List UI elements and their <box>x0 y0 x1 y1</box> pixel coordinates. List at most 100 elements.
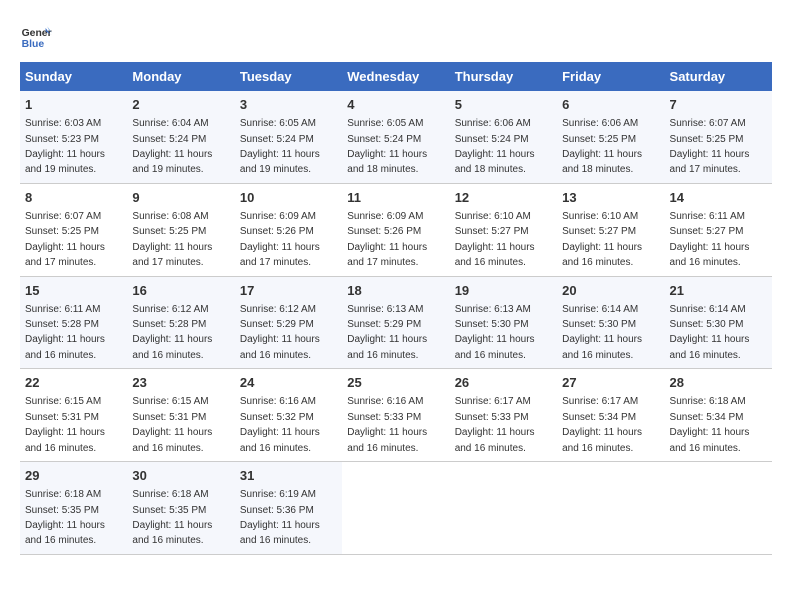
calendar-cell: 3 Sunrise: 6:05 AMSunset: 5:24 PMDayligh… <box>235 91 342 183</box>
calendar-cell: 11 Sunrise: 6:09 AMSunset: 5:26 PMDaylig… <box>342 183 449 276</box>
day-info: Sunrise: 6:17 AMSunset: 5:34 PMDaylight:… <box>562 396 642 453</box>
day-info: Sunrise: 6:10 AMSunset: 5:27 PMDaylight:… <box>562 211 642 268</box>
day-number: 30 <box>132 467 229 485</box>
day-info: Sunrise: 6:15 AMSunset: 5:31 PMDaylight:… <box>25 396 105 453</box>
day-info: Sunrise: 6:18 AMSunset: 5:34 PMDaylight:… <box>670 396 750 453</box>
calendar-cell: 24 Sunrise: 6:16 AMSunset: 5:32 PMDaylig… <box>235 369 342 462</box>
day-info: Sunrise: 6:03 AMSunset: 5:23 PMDaylight:… <box>25 118 105 175</box>
calendar-cell <box>557 462 664 555</box>
calendar-week-row: 1 Sunrise: 6:03 AMSunset: 5:23 PMDayligh… <box>20 91 772 183</box>
day-info: Sunrise: 6:05 AMSunset: 5:24 PMDaylight:… <box>347 118 427 175</box>
day-number: 6 <box>562 96 659 114</box>
calendar-cell: 20 Sunrise: 6:14 AMSunset: 5:30 PMDaylig… <box>557 276 664 369</box>
svg-text:General: General <box>22 28 52 39</box>
weekday-header-sunday: Sunday <box>20 62 127 91</box>
day-number: 3 <box>240 96 337 114</box>
day-info: Sunrise: 6:12 AMSunset: 5:29 PMDaylight:… <box>240 304 320 361</box>
day-number: 8 <box>25 189 122 207</box>
day-info: Sunrise: 6:15 AMSunset: 5:31 PMDaylight:… <box>132 396 212 453</box>
calendar-cell: 22 Sunrise: 6:15 AMSunset: 5:31 PMDaylig… <box>20 369 127 462</box>
day-number: 12 <box>455 189 552 207</box>
page-header: General Blue <box>20 20 772 52</box>
day-number: 1 <box>25 96 122 114</box>
day-info: Sunrise: 6:07 AMSunset: 5:25 PMDaylight:… <box>25 211 105 268</box>
calendar-week-row: 15 Sunrise: 6:11 AMSunset: 5:28 PMDaylig… <box>20 276 772 369</box>
weekday-header-friday: Friday <box>557 62 664 91</box>
day-info: Sunrise: 6:08 AMSunset: 5:25 PMDaylight:… <box>132 211 212 268</box>
calendar-cell: 26 Sunrise: 6:17 AMSunset: 5:33 PMDaylig… <box>450 369 557 462</box>
calendar-cell: 21 Sunrise: 6:14 AMSunset: 5:30 PMDaylig… <box>665 276 772 369</box>
day-number: 7 <box>670 96 767 114</box>
day-info: Sunrise: 6:09 AMSunset: 5:26 PMDaylight:… <box>240 211 320 268</box>
day-number: 10 <box>240 189 337 207</box>
day-number: 21 <box>670 282 767 300</box>
day-number: 4 <box>347 96 444 114</box>
day-number: 28 <box>670 374 767 392</box>
day-number: 25 <box>347 374 444 392</box>
day-number: 13 <box>562 189 659 207</box>
day-number: 5 <box>455 96 552 114</box>
calendar-cell: 28 Sunrise: 6:18 AMSunset: 5:34 PMDaylig… <box>665 369 772 462</box>
day-number: 14 <box>670 189 767 207</box>
calendar-cell: 5 Sunrise: 6:06 AMSunset: 5:24 PMDayligh… <box>450 91 557 183</box>
weekday-header-saturday: Saturday <box>665 62 772 91</box>
calendar-cell: 2 Sunrise: 6:04 AMSunset: 5:24 PMDayligh… <box>127 91 234 183</box>
calendar-cell <box>342 462 449 555</box>
day-info: Sunrise: 6:05 AMSunset: 5:24 PMDaylight:… <box>240 118 320 175</box>
calendar-cell: 8 Sunrise: 6:07 AMSunset: 5:25 PMDayligh… <box>20 183 127 276</box>
logo-icon: General Blue <box>20 20 52 52</box>
day-info: Sunrise: 6:11 AMSunset: 5:27 PMDaylight:… <box>670 211 750 268</box>
day-info: Sunrise: 6:19 AMSunset: 5:36 PMDaylight:… <box>240 489 320 546</box>
calendar-cell: 14 Sunrise: 6:11 AMSunset: 5:27 PMDaylig… <box>665 183 772 276</box>
day-info: Sunrise: 6:18 AMSunset: 5:35 PMDaylight:… <box>25 489 105 546</box>
calendar-cell: 1 Sunrise: 6:03 AMSunset: 5:23 PMDayligh… <box>20 91 127 183</box>
day-number: 18 <box>347 282 444 300</box>
calendar-cell: 31 Sunrise: 6:19 AMSunset: 5:36 PMDaylig… <box>235 462 342 555</box>
day-number: 24 <box>240 374 337 392</box>
calendar-cell: 7 Sunrise: 6:07 AMSunset: 5:25 PMDayligh… <box>665 91 772 183</box>
logo: General Blue <box>20 20 52 52</box>
day-info: Sunrise: 6:16 AMSunset: 5:32 PMDaylight:… <box>240 396 320 453</box>
day-info: Sunrise: 6:17 AMSunset: 5:33 PMDaylight:… <box>455 396 535 453</box>
day-number: 2 <box>132 96 229 114</box>
calendar-table: SundayMondayTuesdayWednesdayThursdayFrid… <box>20 62 772 555</box>
day-info: Sunrise: 6:07 AMSunset: 5:25 PMDaylight:… <box>670 118 750 175</box>
calendar-week-row: 22 Sunrise: 6:15 AMSunset: 5:31 PMDaylig… <box>20 369 772 462</box>
day-number: 9 <box>132 189 229 207</box>
day-info: Sunrise: 6:12 AMSunset: 5:28 PMDaylight:… <box>132 304 212 361</box>
calendar-cell: 27 Sunrise: 6:17 AMSunset: 5:34 PMDaylig… <box>557 369 664 462</box>
calendar-cell: 18 Sunrise: 6:13 AMSunset: 5:29 PMDaylig… <box>342 276 449 369</box>
calendar-cell: 17 Sunrise: 6:12 AMSunset: 5:29 PMDaylig… <box>235 276 342 369</box>
calendar-cell: 4 Sunrise: 6:05 AMSunset: 5:24 PMDayligh… <box>342 91 449 183</box>
day-info: Sunrise: 6:14 AMSunset: 5:30 PMDaylight:… <box>562 304 642 361</box>
day-info: Sunrise: 6:06 AMSunset: 5:24 PMDaylight:… <box>455 118 535 175</box>
day-number: 19 <box>455 282 552 300</box>
day-info: Sunrise: 6:13 AMSunset: 5:30 PMDaylight:… <box>455 304 535 361</box>
day-number: 23 <box>132 374 229 392</box>
day-info: Sunrise: 6:18 AMSunset: 5:35 PMDaylight:… <box>132 489 212 546</box>
day-number: 29 <box>25 467 122 485</box>
calendar-week-row: 29 Sunrise: 6:18 AMSunset: 5:35 PMDaylig… <box>20 462 772 555</box>
day-number: 15 <box>25 282 122 300</box>
day-info: Sunrise: 6:16 AMSunset: 5:33 PMDaylight:… <box>347 396 427 453</box>
day-info: Sunrise: 6:06 AMSunset: 5:25 PMDaylight:… <box>562 118 642 175</box>
day-info: Sunrise: 6:04 AMSunset: 5:24 PMDaylight:… <box>132 118 212 175</box>
calendar-cell <box>450 462 557 555</box>
day-number: 17 <box>240 282 337 300</box>
weekday-header-tuesday: Tuesday <box>235 62 342 91</box>
calendar-cell <box>665 462 772 555</box>
weekday-header-wednesday: Wednesday <box>342 62 449 91</box>
day-info: Sunrise: 6:14 AMSunset: 5:30 PMDaylight:… <box>670 304 750 361</box>
calendar-cell: 16 Sunrise: 6:12 AMSunset: 5:28 PMDaylig… <box>127 276 234 369</box>
calendar-cell: 23 Sunrise: 6:15 AMSunset: 5:31 PMDaylig… <box>127 369 234 462</box>
calendar-cell: 15 Sunrise: 6:11 AMSunset: 5:28 PMDaylig… <box>20 276 127 369</box>
svg-text:Blue: Blue <box>22 39 45 50</box>
day-info: Sunrise: 6:13 AMSunset: 5:29 PMDaylight:… <box>347 304 427 361</box>
day-number: 26 <box>455 374 552 392</box>
calendar-cell: 13 Sunrise: 6:10 AMSunset: 5:27 PMDaylig… <box>557 183 664 276</box>
calendar-week-row: 8 Sunrise: 6:07 AMSunset: 5:25 PMDayligh… <box>20 183 772 276</box>
day-number: 31 <box>240 467 337 485</box>
day-number: 22 <box>25 374 122 392</box>
day-info: Sunrise: 6:11 AMSunset: 5:28 PMDaylight:… <box>25 304 105 361</box>
day-number: 27 <box>562 374 659 392</box>
